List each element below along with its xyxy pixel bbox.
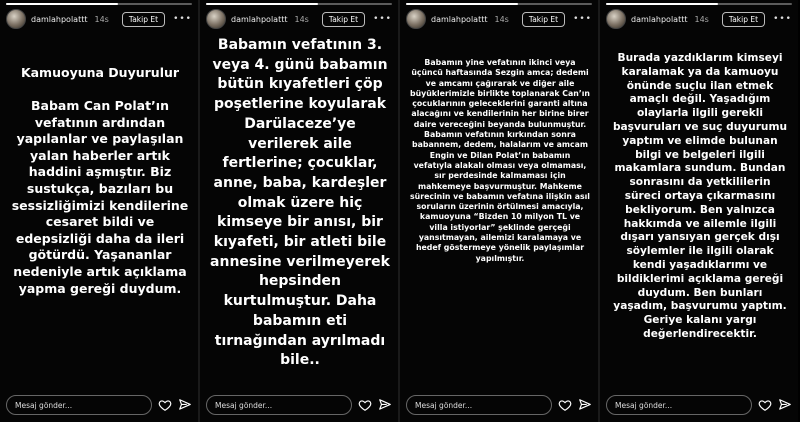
- post-time: 14s: [94, 14, 109, 24]
- username[interactable]: damlahpolattt: [231, 15, 287, 24]
- follow-button[interactable]: Takip Et: [321, 11, 366, 27]
- story-panel-1: damlahpolattt 14s Takip Et ••• Kamuoyuna…: [0, 0, 200, 422]
- follow-button[interactable]: Takip Et: [721, 11, 766, 27]
- story-panel-3: damlahpolattt 14s Takip Et ••• Babamın y…: [400, 0, 600, 422]
- story-panel-2: damlahpolattt 14s Takip Et ••• Babamın v…: [200, 0, 400, 422]
- story-footer: Mesaj gönder...: [206, 394, 392, 416]
- heart-icon[interactable]: [558, 398, 572, 412]
- message-input[interactable]: Mesaj gönder...: [206, 395, 352, 415]
- story-footer: Mesaj gönder...: [6, 394, 192, 416]
- follow-button[interactable]: Takip Et: [121, 11, 166, 27]
- follow-button[interactable]: Takip Et: [521, 11, 566, 27]
- story-text-area: Babamın yine vefatının ikinci veya üçünc…: [410, 44, 590, 382]
- story-header: damlahpolattt 14s Takip Et •••: [206, 8, 392, 30]
- send-icon[interactable]: [378, 398, 392, 412]
- heart-icon[interactable]: [158, 398, 172, 412]
- username[interactable]: damlahpolattt: [431, 15, 487, 24]
- post-time: 14s: [294, 14, 309, 24]
- heart-icon[interactable]: [358, 398, 372, 412]
- story-header: damlahpolattt 14s Takip Et •••: [606, 8, 792, 30]
- avatar[interactable]: [406, 9, 426, 29]
- stories-strip: damlahpolattt 14s Takip Et ••• Kamuoyuna…: [0, 0, 800, 422]
- send-icon[interactable]: [178, 398, 192, 412]
- story-progress-bar: [406, 3, 592, 5]
- story-text: Babamın yine vefatının ikinci veya üçünc…: [410, 58, 590, 263]
- story-panel-4: damlahpolattt 14s Takip Et ••• Burada ya…: [600, 0, 798, 422]
- story-footer: Mesaj gönder...: [606, 394, 792, 416]
- username[interactable]: damlahpolattt: [631, 15, 687, 24]
- send-icon[interactable]: [578, 398, 592, 412]
- story-text-area: Burada yazdıklarım kimseyi karalamak ya …: [610, 44, 790, 382]
- more-icon[interactable]: •••: [373, 14, 392, 24]
- story-text: Burada yazdıklarım kimseyi karalamak ya …: [612, 52, 788, 340]
- story-progress-bar: [6, 3, 192, 5]
- story-progress-bar: [206, 3, 392, 5]
- avatar[interactable]: [206, 9, 226, 29]
- avatar[interactable]: [606, 9, 626, 29]
- message-input[interactable]: Mesaj gönder...: [6, 395, 152, 415]
- username[interactable]: damlahpolattt: [31, 15, 87, 24]
- message-input[interactable]: Mesaj gönder...: [406, 395, 552, 415]
- story-header: damlahpolattt 14s Takip Et •••: [406, 8, 592, 30]
- more-icon[interactable]: •••: [773, 14, 792, 24]
- message-input[interactable]: Mesaj gönder...: [606, 395, 752, 415]
- more-icon[interactable]: •••: [573, 14, 592, 24]
- send-icon[interactable]: [778, 398, 792, 412]
- avatar[interactable]: [6, 9, 26, 29]
- post-time: 14s: [694, 14, 709, 24]
- story-progress-bar: [606, 3, 792, 5]
- announcement-title: Kamuoyuna Duyurulur: [20, 65, 180, 80]
- story-header: damlahpolattt 14s Takip Et •••: [6, 8, 192, 30]
- heart-icon[interactable]: [758, 398, 772, 412]
- story-text-area: Kamuoyuna Duyurulur Babam Can Polat’ın v…: [10, 44, 190, 382]
- story-text: Babam Can Polat’ın vefatının ardından ya…: [11, 98, 189, 296]
- story-footer: Mesaj gönder...: [406, 394, 592, 416]
- story-text-area: Babamın vefatının 3. veya 4. günü babamı…: [210, 37, 390, 382]
- story-text: Babamın vefatının 3. veya 4. günü babamı…: [210, 37, 390, 369]
- post-time: 14s: [494, 14, 509, 24]
- more-icon[interactable]: •••: [173, 14, 192, 24]
